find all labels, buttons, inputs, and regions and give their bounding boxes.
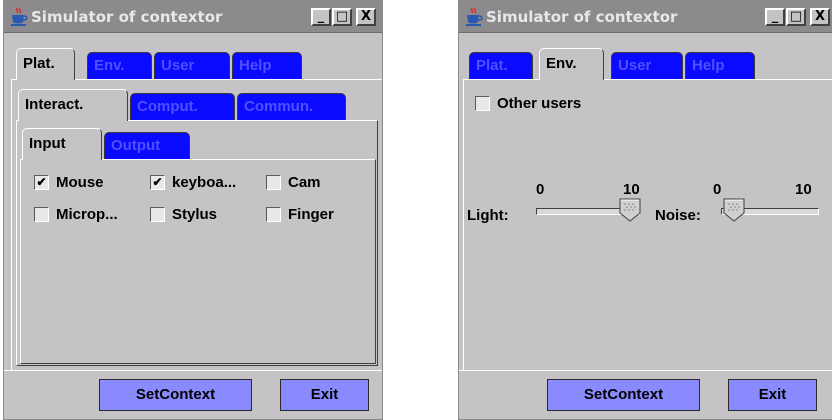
simulator-window-environment: Simulator of contextor _ □ X Plat. Env. … xyxy=(458,0,832,420)
title-bar[interactable]: Simulator of contextor _ □ X xyxy=(459,1,832,33)
other-users-checkbox[interactable]: Other users xyxy=(475,95,581,113)
button-bar: SetContext Exit xyxy=(459,370,832,419)
noise-label: Noise: xyxy=(655,207,701,224)
tab-env[interactable]: Env. xyxy=(87,52,152,79)
light-max-label: 10 xyxy=(623,181,640,198)
tab-comput[interactable]: Comput. xyxy=(130,93,235,120)
noise-max-label: 10 xyxy=(795,181,812,198)
maximize-button[interactable]: □ xyxy=(786,8,806,26)
set-context-button[interactable]: SetContext xyxy=(99,379,252,411)
noise-min-label: 0 xyxy=(713,181,722,198)
maximize-button[interactable]: □ xyxy=(332,8,352,26)
cam-checkbox[interactable]: Cam xyxy=(266,174,321,192)
tab-env[interactable]: Env. xyxy=(539,48,604,80)
simulator-window-platform: Simulator of contextor _ □ X Plat. Env. … xyxy=(3,0,383,420)
java-coffee-cup-icon xyxy=(11,7,28,26)
tab-input[interactable]: Input xyxy=(22,128,102,160)
keyboard-label: keyboa... xyxy=(172,174,237,191)
tab-plat[interactable]: Plat. xyxy=(16,48,75,80)
exit-button[interactable]: Exit xyxy=(280,379,369,411)
tab-interact[interactable]: Interact. xyxy=(18,89,128,121)
close-button[interactable]: X xyxy=(810,8,830,26)
tab-plat[interactable]: Plat. xyxy=(469,52,533,79)
tab-commun[interactable]: Commun. xyxy=(237,93,346,120)
finger-checkbox[interactable]: Finger xyxy=(266,206,334,224)
close-button[interactable]: X xyxy=(356,8,376,26)
exit-button[interactable]: Exit xyxy=(728,379,817,411)
microphone-label: Microp... xyxy=(56,206,118,223)
stylus-label: Stylus xyxy=(172,206,218,223)
tab-help[interactable]: Help xyxy=(685,52,755,79)
finger-label: Finger xyxy=(288,206,334,223)
light-label: Light: xyxy=(467,207,509,224)
env-tab-panel xyxy=(463,79,832,371)
tab-output[interactable]: Output xyxy=(104,132,190,159)
keyboard-checkbox[interactable]: ✔ keyboa... xyxy=(150,174,236,192)
window-title: Simulator of contextor xyxy=(486,8,678,26)
minimize-button[interactable]: _ xyxy=(765,8,785,26)
java-coffee-cup-icon xyxy=(466,7,483,26)
minimize-button[interactable]: _ xyxy=(311,8,331,26)
noise-slider-thumb[interactable] xyxy=(723,198,745,222)
set-context-button[interactable]: SetContext xyxy=(547,379,700,411)
mouse-checkbox[interactable]: ✔ Mouse xyxy=(34,174,104,192)
button-bar: SetContext Exit xyxy=(4,370,382,419)
stylus-checkbox[interactable]: Stylus xyxy=(150,206,217,224)
check-icon: ✔ xyxy=(34,175,49,190)
light-min-label: 0 xyxy=(536,181,545,198)
cam-label: Cam xyxy=(288,174,321,191)
tab-user[interactable]: User xyxy=(611,52,683,79)
other-users-label: Other users xyxy=(497,95,582,112)
title-bar[interactable]: Simulator of contextor _ □ X xyxy=(4,1,382,33)
window-title: Simulator of contextor xyxy=(31,8,223,26)
mouse-label: Mouse xyxy=(56,174,104,191)
check-icon: ✔ xyxy=(150,175,165,190)
light-slider-thumb[interactable] xyxy=(619,198,641,222)
tab-user[interactable]: User xyxy=(154,52,230,79)
tab-help[interactable]: Help xyxy=(232,52,302,79)
microphone-checkbox[interactable]: Microp... xyxy=(34,206,118,224)
